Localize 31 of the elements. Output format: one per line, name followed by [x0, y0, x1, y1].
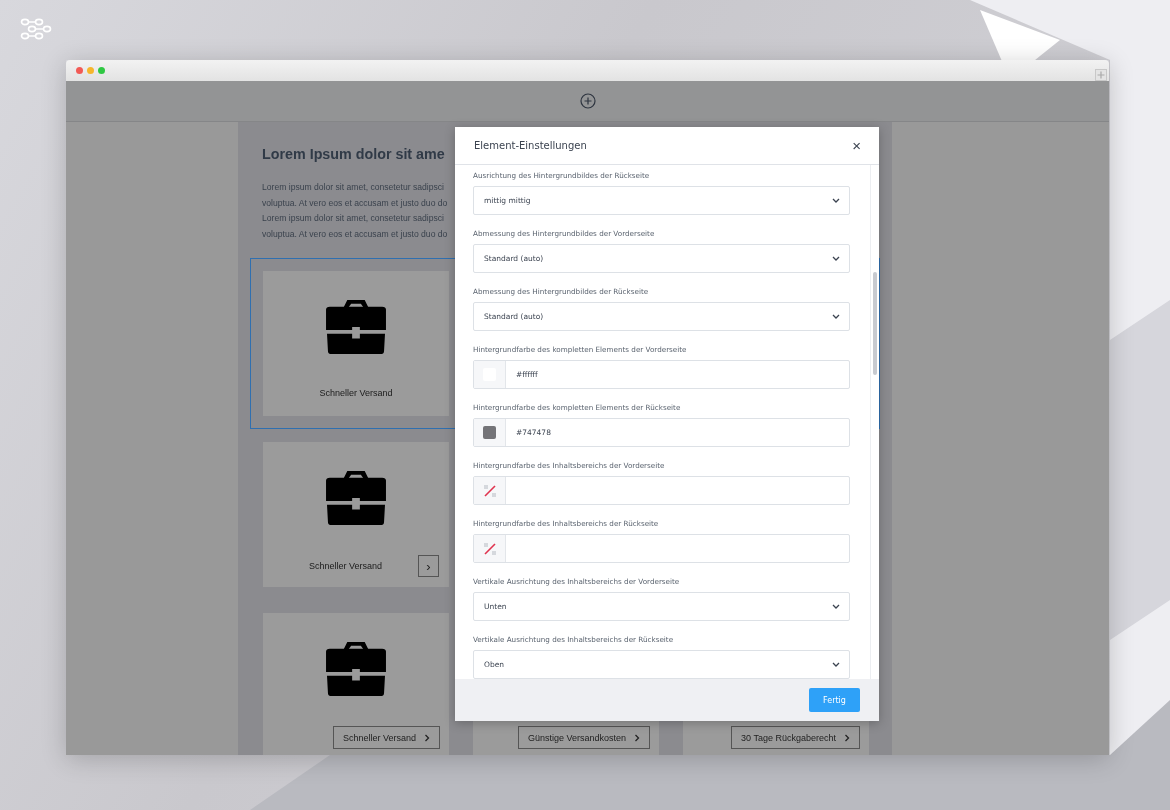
card-caption: Schneller Versand [307, 561, 383, 571]
next-button[interactable]: › [418, 555, 439, 577]
close-dot-icon[interactable] [76, 67, 83, 74]
paragraph-line: voluptua. At vero eos et accusam et justo duo do [262, 227, 448, 241]
card-link-button[interactable]: Günstige Versandkosten [517, 726, 650, 749]
minimize-dot-icon[interactable] [87, 67, 94, 74]
card-background[interactable]: Schneller Versand › [263, 442, 449, 587]
page-heading: Lorem Ipsum dolor sit ame [262, 146, 445, 164]
plus-icon[interactable] [1095, 68, 1107, 81]
chevron-right-icon [634, 733, 640, 742]
paragraph-line: Lorem ipsum dolor sit amet, consetetur sadipsci [262, 181, 444, 194]
chevron-down-icon [832, 662, 840, 667]
close-button[interactable]: × [850, 138, 863, 153]
scrollbar-thumb[interactable] [873, 272, 877, 375]
card-link-button[interactable]: 30 Tage Rückgaberecht [731, 726, 860, 749]
chevron-right-icon [844, 733, 850, 742]
chevron-down-icon [832, 314, 840, 319]
add-icon[interactable] [579, 93, 596, 109]
chevron-down-icon [832, 198, 840, 203]
logo-drawing [20, 18, 52, 40]
card-background[interactable]: Schneller Versand [263, 271, 449, 416]
dialog-title: Element-Einstellungen [474, 140, 587, 151]
card-caption: Schneller Versand [319, 388, 393, 398]
chevron-right-icon [424, 733, 430, 742]
chevron-down-icon [832, 604, 840, 609]
maximize-dot-icon[interactable] [98, 67, 105, 74]
card-link-button[interactable]: Schneller Versand [332, 726, 440, 749]
chevron-down-icon [832, 256, 840, 261]
paragraph-line: voluptua. At vero eos et accusam et justo duo do [262, 196, 448, 210]
paragraph-line: Lorem ipsum dolor sit amet, consetetur sadipsci [262, 212, 444, 225]
card-background[interactable]: Schneller Versand [263, 613, 449, 755]
